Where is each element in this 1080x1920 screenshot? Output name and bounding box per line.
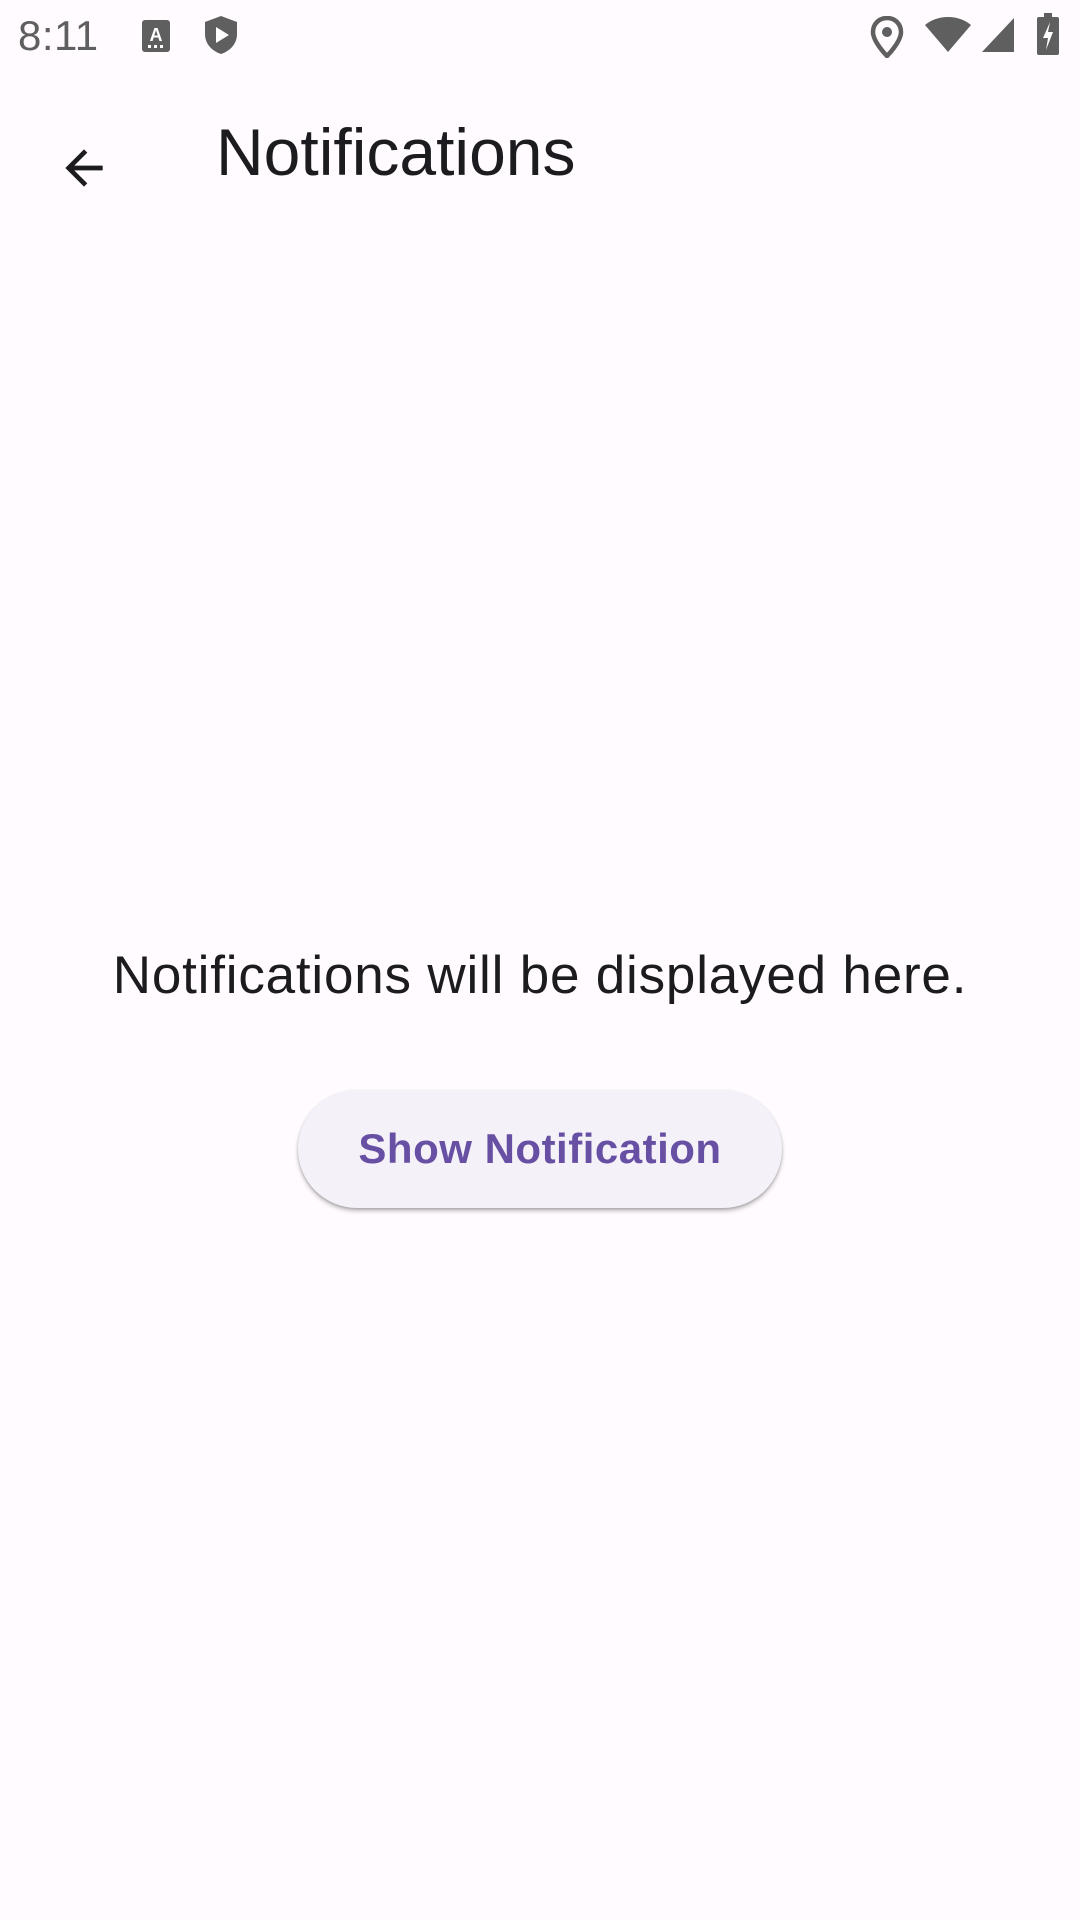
notifications-screen: 8:11 A Notifications Notifications will … <box>0 0 1080 1920</box>
battery-charging-icon <box>1037 13 1059 55</box>
status-bar: 8:11 A <box>0 0 1080 72</box>
back-button[interactable] <box>28 112 140 224</box>
svg-text:A: A <box>150 25 163 45</box>
page-title: Notifications <box>216 115 576 189</box>
text-recognition-icon: A <box>142 20 170 52</box>
arrow-back-icon <box>65 149 103 187</box>
status-time: 8:11 <box>18 12 99 59</box>
cell-signal-icon <box>982 18 1014 52</box>
shield-play-icon <box>205 16 237 54</box>
wifi-icon <box>925 17 971 52</box>
top-app-bar: Notifications <box>0 72 1080 240</box>
show-notification-button[interactable]: Show Notification <box>298 1090 782 1208</box>
location-pin-icon <box>870 16 904 58</box>
empty-state-message: Notifications will be displayed here. <box>112 946 968 1005</box>
